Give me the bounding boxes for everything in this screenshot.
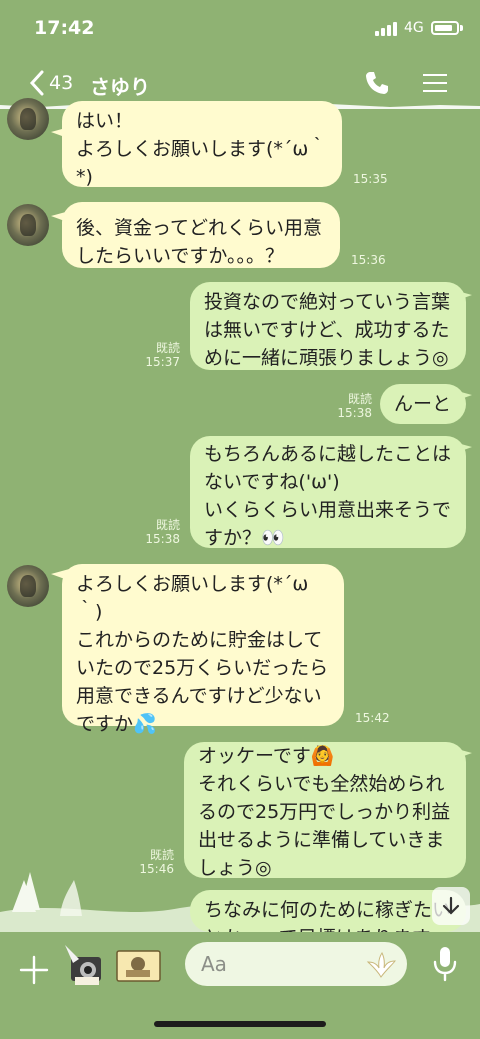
message-time: 15:38 xyxy=(145,532,180,546)
read-receipt: 既読 xyxy=(347,392,372,406)
contact-avatar[interactable] xyxy=(7,204,49,246)
message-time: 15:36 xyxy=(351,253,386,267)
message-bubble[interactable]: よろしくお願いします(*´ω ｀) これからのために貯金はして いたので25万く… xyxy=(62,564,344,735)
back-button[interactable]: 43 xyxy=(28,68,88,98)
hamburger-menu-icon[interactable] xyxy=(423,74,447,92)
contact-avatar[interactable] xyxy=(7,565,49,607)
cellular-signal-icon xyxy=(375,22,399,36)
message-bubble[interactable]: はい！ よろしくお願いします(*´ω｀ *) xyxy=(62,101,342,188)
unread-count: 43 xyxy=(49,72,74,94)
scroll-to-bottom-button[interactable] xyxy=(432,887,470,925)
message-time: 15:35 xyxy=(353,172,388,186)
contact-avatar[interactable] xyxy=(7,98,49,140)
home-indicator[interactable] xyxy=(154,1021,326,1027)
chevron-left-icon xyxy=(29,70,44,96)
message-time: 15:38 xyxy=(337,406,372,420)
battery-tip-icon xyxy=(460,25,463,31)
plus-icon[interactable] xyxy=(18,954,50,986)
message-time: 15:42 xyxy=(355,711,390,725)
message-time: 15:37 xyxy=(145,355,180,369)
message-bubble[interactable]: んーと xyxy=(380,384,466,424)
read-receipt: 既読 xyxy=(155,518,180,532)
read-receipt: 既読 xyxy=(155,341,180,355)
network-type: 4G xyxy=(404,20,424,36)
status-time: 17:42 xyxy=(34,17,95,39)
message-bubble[interactable]: 後、資金ってどれくらい用意 したらいいですか。。。？ xyxy=(62,202,340,268)
battery-icon xyxy=(431,21,459,35)
message-bubble[interactable]: ちなみに何のために稼ぎたい とか、って目標はありますか？ xyxy=(190,890,466,932)
message-bubble[interactable]: もちろんあるに越したことは ないですね('ω') いくらくらい用意出来そうで す… xyxy=(190,436,466,549)
arrow-down-icon xyxy=(442,896,460,915)
phone-icon[interactable] xyxy=(364,70,390,96)
chat-title: さゆり xyxy=(90,75,150,99)
photo-sticker-icon[interactable] xyxy=(116,950,161,982)
camera-sticker-icon[interactable] xyxy=(63,943,108,991)
status-bar: 17:42 4G xyxy=(0,0,480,58)
message-bubble[interactable]: 投資なので絶対っていう言葉 は無いですけど、成功するた めに一緒に頑張りましょう… xyxy=(190,282,466,370)
microphone-icon[interactable] xyxy=(430,945,460,983)
flower-emoji-icon[interactable] xyxy=(366,951,397,979)
